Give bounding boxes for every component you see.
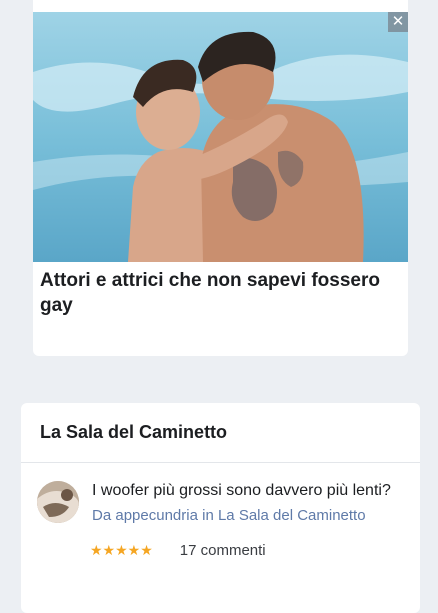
thread-item[interactable]: I woofer più grossi sono davvero più len… [21,463,420,559]
avatar[interactable] [37,481,79,523]
sponsored-ad-card[interactable]: ✕ Attori e attrici che non sapevi fosser… [33,0,408,356]
close-icon: ✕ [391,13,405,30]
forum-header: La Sala del Caminetto [21,403,420,463]
author-link[interactable]: appecundria [115,507,198,524]
comment-count[interactable]: 17 commenti [180,542,266,559]
ad-headline[interactable]: Attori e attrici che non sapevi fossero … [40,268,395,318]
thread-title[interactable]: I woofer più grossi sono davvero più len… [92,479,402,503]
forum-section-title[interactable]: La Sala del Caminetto [40,422,420,443]
forum-card: La Sala del Caminetto I woofer più gross… [21,403,420,613]
forum-link[interactable]: La Sala del Caminetto [218,507,366,524]
star-rating-icon: ★★★★★ [90,542,153,558]
close-ad-button[interactable]: ✕ [388,12,408,32]
ad-image[interactable] [33,12,408,262]
in-label: in [202,507,214,524]
thread-meta: Da appecundria in La Sala del Caminetto [92,507,420,524]
thread-stats: ★★★★★ 17 commenti [90,542,420,559]
by-label: Da [92,507,112,524]
